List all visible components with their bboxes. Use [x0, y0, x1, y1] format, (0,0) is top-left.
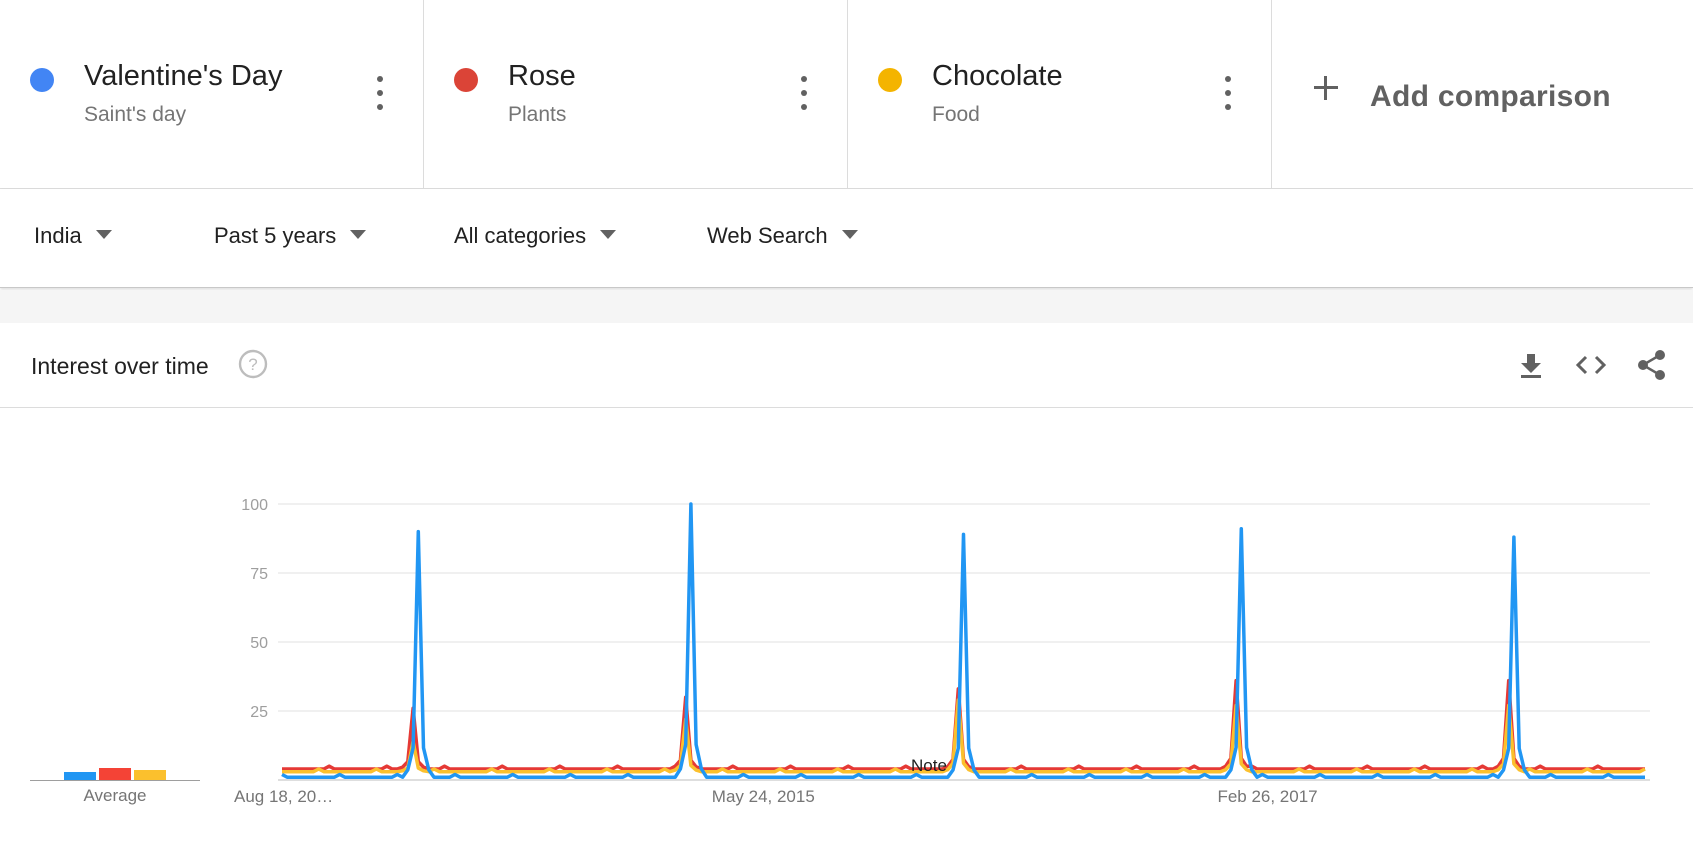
term-name[interactable]: Valentine's Day [84, 60, 282, 93]
chart-series [281, 502, 1646, 779]
term-card-chocolate[interactable]: Chocolate Food [848, 0, 1272, 188]
category-dropdown[interactable]: All categories [454, 223, 617, 249]
term-card-rose[interactable]: Rose Plants [424, 0, 848, 188]
share-icon[interactable] [1634, 348, 1668, 382]
term-category: Food [932, 103, 980, 126]
dropdown-arrow-icon [95, 229, 112, 239]
more-options-icon[interactable] [792, 76, 816, 110]
term-color-dot [30, 68, 54, 92]
filter-bar: India Past 5 years All categories Web Se… [0, 189, 1693, 288]
y-axis-labels: 25 50 75 100 [241, 497, 268, 721]
plus-icon [1312, 74, 1340, 102]
note-annotation[interactable]: Note [911, 756, 947, 775]
term-color-dot [878, 68, 902, 92]
dropdown-arrow-icon [841, 229, 858, 239]
help-icon[interactable]: ? [238, 349, 268, 379]
dropdown-arrow-icon [600, 229, 617, 239]
svg-text:?: ? [248, 355, 257, 374]
time-range-value: Past 5 years [214, 223, 337, 248]
download-icon[interactable] [1514, 348, 1548, 382]
dropdown-arrow-icon [350, 229, 367, 239]
more-options-icon[interactable] [1216, 76, 1240, 110]
x-tick-label: Feb 26, 2017 [1217, 787, 1317, 806]
embed-code-icon[interactable] [1574, 348, 1608, 382]
region-dropdown[interactable]: India [34, 223, 112, 249]
interest-over-time-chart: 25 50 75 100 Aug 18, 20… May 24, 2015 Feb 26,… [234, 497, 1650, 806]
more-options-icon[interactable] [368, 76, 392, 110]
category-value: All categories [454, 223, 587, 248]
interest-over-time-header: Interest over time ? [0, 323, 1693, 408]
y-tick-label: 75 [250, 566, 268, 583]
term-name[interactable]: Chocolate [932, 60, 1063, 93]
y-tick-label: 50 [250, 635, 268, 652]
term-category: Saint's day [84, 103, 187, 126]
y-tick-label: 25 [250, 704, 268, 721]
term-category: Plants [508, 103, 567, 126]
search-type-dropdown[interactable]: Web Search [707, 223, 858, 249]
add-comparison-button[interactable]: Add comparison [1272, 0, 1693, 188]
add-comparison-label: Add comparison [1370, 80, 1611, 113]
region-value: India [34, 223, 82, 248]
comparison-terms: Valentine's Day Saint's day Rose Plants … [0, 0, 1693, 189]
term-card-valentines-day[interactable]: Valentine's Day Saint's day [0, 0, 424, 188]
x-tick-label: May 24, 2015 [712, 787, 815, 806]
x-axis-labels: Aug 18, 20… May 24, 2015 Feb 26, 2017 [234, 787, 1318, 806]
section-divider [0, 290, 1693, 323]
x-tick-label: Aug 18, 20… [234, 787, 333, 806]
time-range-dropdown[interactable]: Past 5 years [214, 223, 367, 249]
y-tick-label: 100 [241, 497, 268, 514]
search-type-value: Web Search [707, 223, 828, 248]
card-title: Interest over time [31, 353, 209, 379]
term-color-dot [454, 68, 478, 92]
term-name[interactable]: Rose [508, 60, 576, 93]
